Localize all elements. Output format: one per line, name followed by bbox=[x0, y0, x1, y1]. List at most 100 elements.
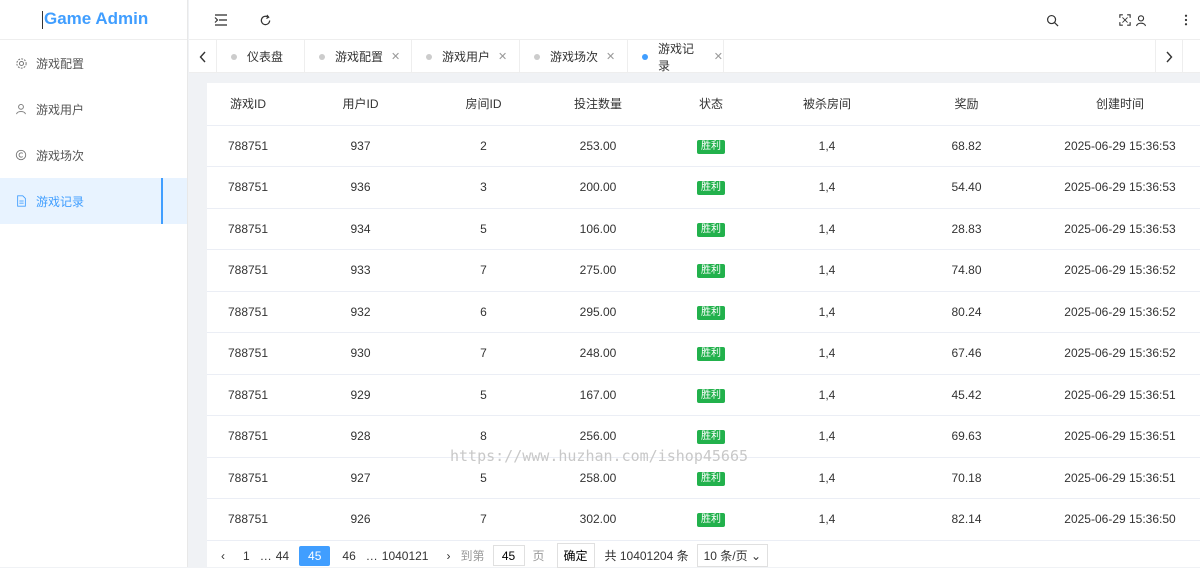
collapse-menu-icon[interactable] bbox=[209, 8, 233, 32]
sidebar: Game Admin 游戏配置 游戏用户 游戏场次 游戏记录 bbox=[0, 0, 188, 567]
table-cell: 2025-06-29 15:36:51 bbox=[1040, 457, 1200, 499]
refresh-icon[interactable] bbox=[253, 8, 277, 32]
table-cell: 2025-06-29 15:36:53 bbox=[1040, 125, 1200, 167]
column-header: 创建时间 bbox=[1040, 83, 1200, 126]
status-badge: 胜利 bbox=[697, 347, 725, 362]
close-icon[interactable]: ✕ bbox=[391, 50, 400, 63]
tab-dashboard[interactable]: 仪表盘 bbox=[217, 40, 305, 73]
more-vertical-icon[interactable] bbox=[1174, 8, 1198, 32]
tab-dot bbox=[231, 53, 237, 60]
table-cell: 2025-06-29 15:36:53 bbox=[1040, 208, 1200, 250]
table-row[interactable]: 788751 932 6 295.00 胜利 1,4 80.24 2025-06-29 15:… bbox=[207, 291, 1200, 333]
table-cell: 胜利 bbox=[661, 166, 761, 209]
app-title: Game Admin bbox=[44, 9, 149, 28]
table-cell: 275.00 bbox=[535, 249, 661, 292]
table-cell: 2025-06-29 15:36:51 bbox=[1040, 374, 1200, 416]
table-cell: 302.00 bbox=[535, 498, 661, 541]
table-cell: 2025-06-29 15:36:52 bbox=[1040, 249, 1200, 292]
table-cell: 2025-06-29 15:36:50 bbox=[1040, 498, 1200, 541]
user-profile-icon[interactable] bbox=[1129, 8, 1153, 32]
tab-label: 仪表盘 bbox=[247, 50, 284, 64]
table-cell: 胜利 bbox=[661, 498, 761, 541]
table-cell: 1,4 bbox=[761, 457, 893, 499]
page-size-value: 10 条/页 bbox=[703, 549, 748, 563]
table-row[interactable]: 788751 927 5 258.00 胜利 1,4 70.18 2025-06-29 15:… bbox=[207, 457, 1200, 499]
table-cell: 2025-06-29 15:36:53 bbox=[1040, 166, 1200, 209]
close-icon[interactable]: ✕ bbox=[714, 50, 723, 63]
tab-game-users[interactable]: 游戏用户 ✕ bbox=[412, 40, 520, 73]
table-cell: 937 bbox=[289, 125, 432, 167]
table-cell: 69.63 bbox=[893, 415, 1040, 458]
tab-game-config[interactable]: 游戏配置 ✕ bbox=[305, 40, 412, 73]
table-cell: 5 bbox=[432, 208, 535, 250]
pagination: ‹ 1 … 44 45 46 … 1040121 › 到第 页 确定 共 104… bbox=[207, 543, 1200, 568]
user-icon bbox=[14, 102, 28, 116]
table-cell: 54.40 bbox=[893, 166, 1040, 209]
table-cell: 933 bbox=[289, 249, 432, 292]
table-cell: 74.80 bbox=[893, 249, 1040, 292]
table-cell: 7 bbox=[432, 498, 535, 541]
close-icon[interactable]: ✕ bbox=[606, 50, 615, 63]
table-cell: 929 bbox=[289, 374, 432, 416]
page-1[interactable]: 1 bbox=[243, 549, 250, 563]
prev-page-icon[interactable]: ‹ bbox=[221, 549, 225, 563]
next-page-icon[interactable]: › bbox=[446, 549, 450, 563]
table-cell: 1,4 bbox=[761, 249, 893, 292]
sidebar-item-game-sessions[interactable]: 游戏场次 bbox=[0, 132, 187, 178]
game-records-table: 游戏ID 用户ID 房间ID 投注数量 状态 被杀房间 奖励 创建时间 788751 937 2 2… bbox=[207, 83, 1200, 541]
table-cell: 248.00 bbox=[535, 332, 661, 375]
search-icon[interactable] bbox=[1040, 8, 1064, 32]
column-header: 状态 bbox=[661, 83, 761, 126]
tab-label: 游戏配置 bbox=[335, 50, 384, 64]
table-cell: 1,4 bbox=[761, 374, 893, 416]
table-cell: 胜利 bbox=[661, 457, 761, 499]
gear-icon bbox=[14, 56, 28, 70]
tabs-scroll-left-icon[interactable] bbox=[189, 40, 217, 73]
status-badge: 胜利 bbox=[697, 264, 725, 279]
table-row[interactable]: 788751 934 5 106.00 胜利 1,4 28.83 2025-06-29 15:… bbox=[207, 208, 1200, 250]
table-cell: 1,4 bbox=[761, 208, 893, 250]
table-header-row: 游戏ID 用户ID 房间ID 投注数量 状态 被杀房间 奖励 创建时间 bbox=[207, 83, 1200, 126]
page-last[interactable]: 1040121 bbox=[382, 549, 429, 563]
goto-page-input[interactable] bbox=[492, 545, 525, 566]
table-row[interactable]: 788751 928 8 256.00 胜利 1,4 69.63 2025-06-29 15:… bbox=[207, 415, 1200, 458]
table-row[interactable]: 788751 930 7 248.00 胜利 1,4 67.46 2025-06-29 15:… bbox=[207, 332, 1200, 375]
table-row[interactable]: 788751 933 7 275.00 胜利 1,4 74.80 2025-06-29 15:… bbox=[207, 249, 1200, 292]
close-icon[interactable]: ✕ bbox=[498, 50, 507, 63]
table-cell: 7 bbox=[432, 249, 535, 292]
total-count: 共 10401204 条 bbox=[604, 549, 689, 563]
page-45-current[interactable]: 45 bbox=[299, 545, 331, 566]
page-ellipsis[interactable]: … bbox=[366, 549, 378, 563]
table-row[interactable]: 788751 936 3 200.00 胜利 1,4 54.40 2025-06-29 15:… bbox=[207, 166, 1200, 209]
page-unit-label: 页 bbox=[532, 549, 545, 563]
table-cell: 67.46 bbox=[893, 332, 1040, 375]
chevron-down-icon: ⌄ bbox=[750, 549, 762, 563]
table-cell: 106.00 bbox=[535, 208, 661, 250]
table-cell: 926 bbox=[289, 498, 432, 541]
table-cell: 胜利 bbox=[661, 374, 761, 416]
app-logo[interactable]: Game Admin bbox=[0, 0, 187, 40]
table-row[interactable]: 788751 926 7 302.00 胜利 1,4 82.14 2025-06-29 15:… bbox=[207, 498, 1200, 541]
tab-game-records[interactable]: 游戏记录 ✕ bbox=[628, 40, 724, 73]
page-size-select[interactable]: 10 条/页 ⌄ bbox=[696, 544, 769, 567]
page-44[interactable]: 44 bbox=[276, 549, 289, 563]
page-46[interactable]: 46 bbox=[342, 549, 355, 563]
table-cell: 5 bbox=[432, 374, 535, 416]
table-row[interactable]: 788751 929 5 167.00 胜利 1,4 45.42 2025-06-29 15:… bbox=[207, 374, 1200, 416]
table-cell: 788751 bbox=[207, 332, 289, 375]
table-cell: 胜利 bbox=[661, 291, 761, 333]
tab-game-sessions[interactable]: 游戏场次 ✕ bbox=[520, 40, 628, 73]
tab-label: 游戏场次 bbox=[550, 50, 599, 64]
table-cell: 256.00 bbox=[535, 415, 661, 458]
copyright-icon bbox=[14, 148, 28, 162]
sidebar-item-game-config[interactable]: 游戏配置 bbox=[0, 40, 187, 86]
table-row[interactable]: 788751 937 2 253.00 胜利 1,4 68.82 2025-06-29 15:… bbox=[207, 125, 1200, 167]
table-cell: 1,4 bbox=[761, 125, 893, 167]
table-cell: 胜利 bbox=[661, 249, 761, 292]
tabs-scroll-right-icon[interactable] bbox=[1155, 40, 1183, 73]
confirm-goto-button[interactable]: 确定 bbox=[556, 543, 595, 568]
column-header: 游戏ID bbox=[207, 83, 289, 126]
sidebar-item-game-records[interactable]: 游戏记录 bbox=[0, 178, 187, 224]
page-ellipsis[interactable]: … bbox=[260, 549, 272, 563]
sidebar-item-game-users[interactable]: 游戏用户 bbox=[0, 86, 187, 132]
